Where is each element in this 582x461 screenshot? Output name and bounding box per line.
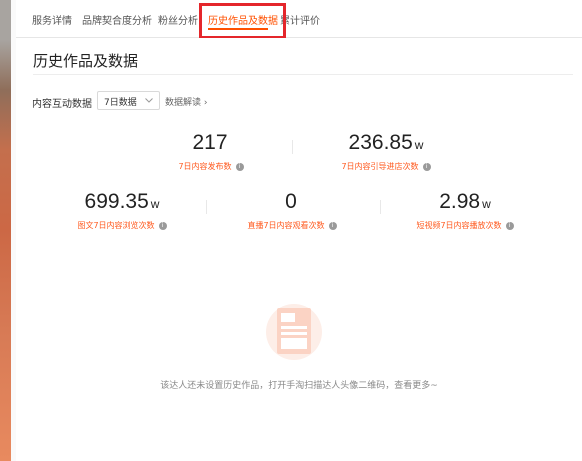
- metric-label: 短视频7日内容播放次数 i: [400, 220, 530, 231]
- tab-brand-fit-analysis[interactable]: 品牌契合度分析: [82, 12, 152, 27]
- metric-divider: [292, 140, 293, 154]
- period-select[interactable]: 7日数据: [97, 91, 160, 110]
- title-divider: [33, 74, 573, 75]
- filter-label: 内容互动数据: [32, 99, 92, 110]
- metric-live-views: 0 直播7日内容观看次数 i: [232, 190, 352, 231]
- metric-value: 2.98 w: [439, 190, 491, 213]
- data-interpret-link[interactable]: 数据解读 ›: [165, 95, 207, 108]
- empty-state-message: 该达人还未设置历史作品，打开手淘扫描达人头像二维码，查看更多~: [160, 381, 438, 391]
- metric-value: 236.85 w: [348, 131, 424, 154]
- metric-value: 699.35 w: [84, 190, 160, 213]
- info-icon[interactable]: i: [158, 221, 167, 230]
- metric-label: 图文7日内容浏览次数 i: [62, 220, 182, 231]
- metric-divider: [380, 200, 381, 214]
- metric-label: 直播7日内容观看次数 i: [232, 220, 352, 231]
- info-icon[interactable]: i: [235, 162, 244, 171]
- metric-store-visits: 236.85 w 7日内容引导进店次数 i: [316, 131, 456, 172]
- metric-video-plays: 2.98 w 短视频7日内容播放次数 i: [400, 190, 530, 231]
- period-select-value: 7日数据: [104, 98, 137, 108]
- history-works-panel: 历史作品及数据 内容互动数据 7日数据 数据解读 › 217 7日内容发布数 i …: [16, 38, 582, 461]
- tab-highlight-box: [199, 3, 286, 39]
- tab-fans-analysis[interactable]: 粉丝分析: [158, 12, 198, 27]
- info-icon[interactable]: i: [422, 162, 431, 171]
- empty-document-icon: [266, 304, 322, 360]
- metric-divider: [206, 200, 207, 214]
- metric-label: 7日内容发布数 i: [156, 161, 266, 172]
- tab-bar: 服务详情 品牌契合度分析 粉丝分析 历史作品及数据 累计评价: [16, 0, 582, 38]
- metric-graphic-views: 699.35 w 图文7日内容浏览次数 i: [62, 190, 182, 231]
- metric-value: 217: [192, 131, 228, 154]
- tab-service-details[interactable]: 服务详情: [32, 12, 72, 27]
- left-edge-background: [0, 0, 16, 461]
- metric-publish-count: 217 7日内容发布数 i: [156, 131, 266, 172]
- section-title: 历史作品及数据: [33, 52, 139, 70]
- chevron-down-icon: [145, 98, 153, 103]
- metric-value: 0: [285, 190, 297, 213]
- info-icon[interactable]: i: [328, 221, 337, 230]
- metric-label: 7日内容引导进店次数 i: [316, 161, 456, 172]
- tab-cumulative-reviews[interactable]: 累计评价: [280, 12, 320, 27]
- info-icon[interactable]: i: [505, 221, 514, 230]
